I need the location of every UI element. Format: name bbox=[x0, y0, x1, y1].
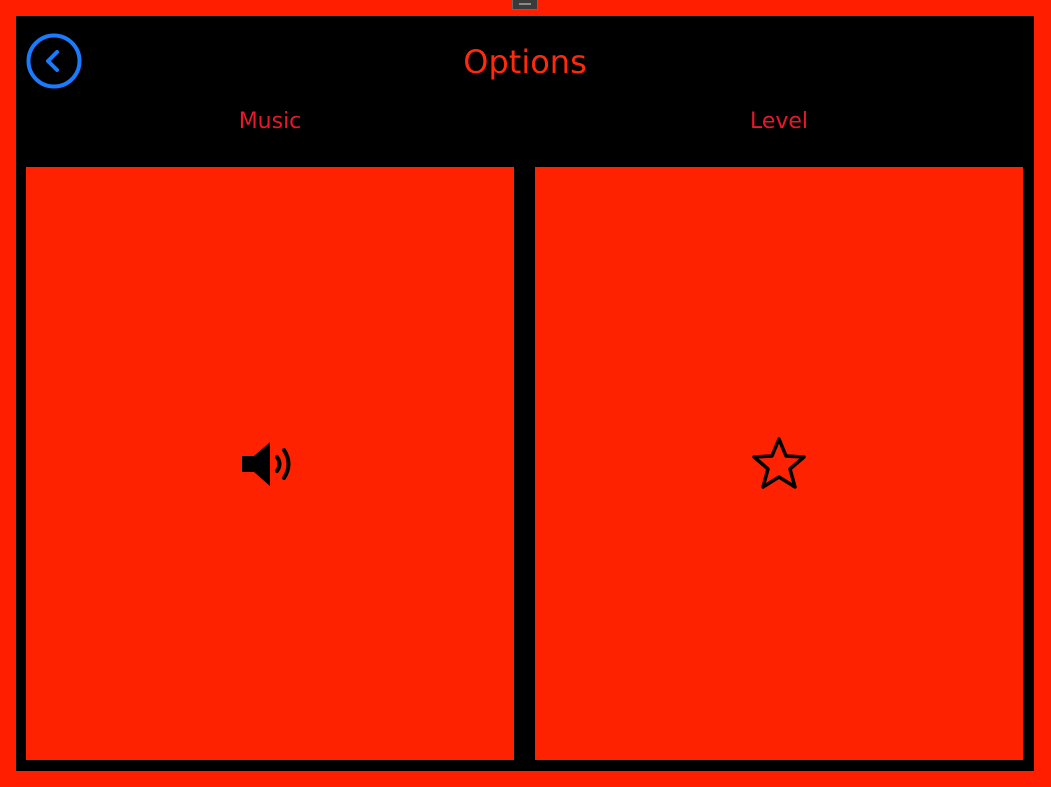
window-drag-handle[interactable] bbox=[512, 0, 538, 10]
options-screen: Options Music Level bbox=[16, 16, 1034, 771]
level-section-label: Level bbox=[749, 109, 809, 134]
page-title: Options bbox=[463, 43, 587, 81]
speaker-volume-icon bbox=[240, 440, 300, 488]
music-section-label: Music bbox=[238, 109, 302, 134]
music-toggle-tile[interactable] bbox=[26, 167, 514, 760]
star-outline-icon bbox=[749, 435, 809, 493]
level-select-tile[interactable] bbox=[535, 167, 1023, 760]
